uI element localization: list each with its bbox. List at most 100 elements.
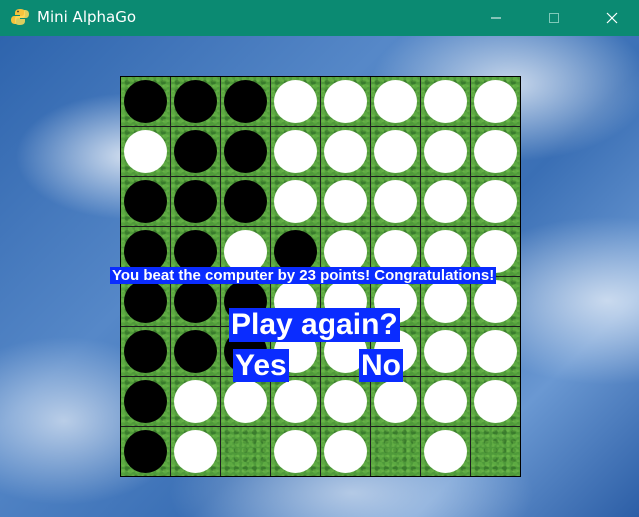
board-cell bbox=[121, 127, 170, 176]
black-disc bbox=[224, 180, 267, 223]
white-disc bbox=[274, 430, 317, 473]
board-cell bbox=[171, 177, 220, 226]
board-cell bbox=[471, 127, 520, 176]
minimize-button[interactable] bbox=[467, 0, 525, 36]
board-cell bbox=[121, 377, 170, 426]
board-cell bbox=[121, 77, 170, 126]
board-cell bbox=[221, 177, 270, 226]
maximize-icon bbox=[549, 13, 559, 23]
white-disc bbox=[424, 80, 467, 123]
board-cell bbox=[421, 127, 470, 176]
board-cell[interactable] bbox=[471, 427, 520, 476]
white-disc bbox=[324, 180, 367, 223]
board-cell bbox=[171, 277, 220, 326]
white-disc bbox=[424, 380, 467, 423]
board-cell bbox=[121, 427, 170, 476]
white-disc bbox=[374, 180, 417, 223]
black-disc bbox=[124, 80, 167, 123]
board-cell bbox=[371, 177, 420, 226]
board-cell bbox=[271, 177, 320, 226]
white-disc bbox=[174, 380, 217, 423]
play-again-prompt: Play again? bbox=[229, 308, 400, 342]
white-disc bbox=[374, 130, 417, 173]
python-snake-icon bbox=[11, 9, 29, 25]
white-disc bbox=[424, 430, 467, 473]
no-button[interactable]: No bbox=[359, 349, 403, 382]
maximize-button[interactable] bbox=[525, 0, 583, 36]
white-disc bbox=[424, 180, 467, 223]
board-cell bbox=[421, 277, 470, 326]
board-cell bbox=[171, 127, 220, 176]
white-disc bbox=[424, 280, 467, 323]
board-cell bbox=[271, 127, 320, 176]
board-cell bbox=[421, 327, 470, 376]
black-disc bbox=[124, 180, 167, 223]
board-cell bbox=[371, 77, 420, 126]
white-disc bbox=[424, 130, 467, 173]
black-disc bbox=[124, 280, 167, 323]
board-cell bbox=[121, 277, 170, 326]
board-cell[interactable] bbox=[371, 427, 420, 476]
white-disc bbox=[474, 180, 517, 223]
white-disc bbox=[274, 80, 317, 123]
white-disc bbox=[474, 380, 517, 423]
white-disc bbox=[474, 80, 517, 123]
white-disc bbox=[474, 130, 517, 173]
black-disc bbox=[124, 330, 167, 373]
white-disc bbox=[324, 80, 367, 123]
board-cell bbox=[321, 427, 370, 476]
white-disc bbox=[124, 130, 167, 173]
board-cell bbox=[321, 177, 370, 226]
black-disc bbox=[124, 430, 167, 473]
title-bar: Mini AlphaGo bbox=[0, 0, 639, 36]
board-cell bbox=[471, 327, 520, 376]
white-disc bbox=[324, 130, 367, 173]
white-disc bbox=[474, 280, 517, 323]
close-button[interactable] bbox=[583, 0, 639, 36]
board-cell bbox=[321, 377, 370, 426]
white-disc bbox=[224, 380, 267, 423]
black-disc bbox=[174, 80, 217, 123]
board-cell bbox=[421, 177, 470, 226]
white-disc bbox=[424, 330, 467, 373]
board-cell bbox=[321, 77, 370, 126]
board-cell bbox=[271, 77, 320, 126]
board-cell bbox=[271, 377, 320, 426]
board-cell bbox=[171, 327, 220, 376]
board-cell bbox=[421, 427, 470, 476]
board-cell bbox=[321, 127, 370, 176]
black-disc bbox=[174, 330, 217, 373]
white-disc bbox=[324, 380, 367, 423]
board-cell[interactable] bbox=[221, 427, 270, 476]
board-cell bbox=[121, 327, 170, 376]
white-disc bbox=[474, 330, 517, 373]
black-disc bbox=[174, 130, 217, 173]
minimize-icon bbox=[491, 17, 501, 19]
board-cell bbox=[471, 177, 520, 226]
white-disc bbox=[324, 430, 367, 473]
board-cell bbox=[171, 427, 220, 476]
result-message: You beat the computer by 23 points! Cong… bbox=[110, 267, 497, 284]
board-cell bbox=[471, 277, 520, 326]
board-cell bbox=[421, 77, 470, 126]
black-disc bbox=[174, 180, 217, 223]
close-icon bbox=[606, 12, 618, 24]
window-title: Mini AlphaGo bbox=[37, 8, 137, 26]
board-cell bbox=[221, 77, 270, 126]
yes-button[interactable]: Yes bbox=[233, 349, 289, 382]
board-cell bbox=[271, 427, 320, 476]
black-disc bbox=[124, 380, 167, 423]
white-disc bbox=[374, 80, 417, 123]
black-disc bbox=[224, 80, 267, 123]
white-disc bbox=[274, 130, 317, 173]
black-disc bbox=[174, 280, 217, 323]
board-cell bbox=[171, 77, 220, 126]
white-disc bbox=[274, 380, 317, 423]
white-disc bbox=[374, 380, 417, 423]
board-cell bbox=[371, 127, 420, 176]
board-cell bbox=[421, 377, 470, 426]
board-cell bbox=[471, 377, 520, 426]
board-cell bbox=[121, 177, 170, 226]
white-disc bbox=[174, 430, 217, 473]
board-cell bbox=[221, 377, 270, 426]
